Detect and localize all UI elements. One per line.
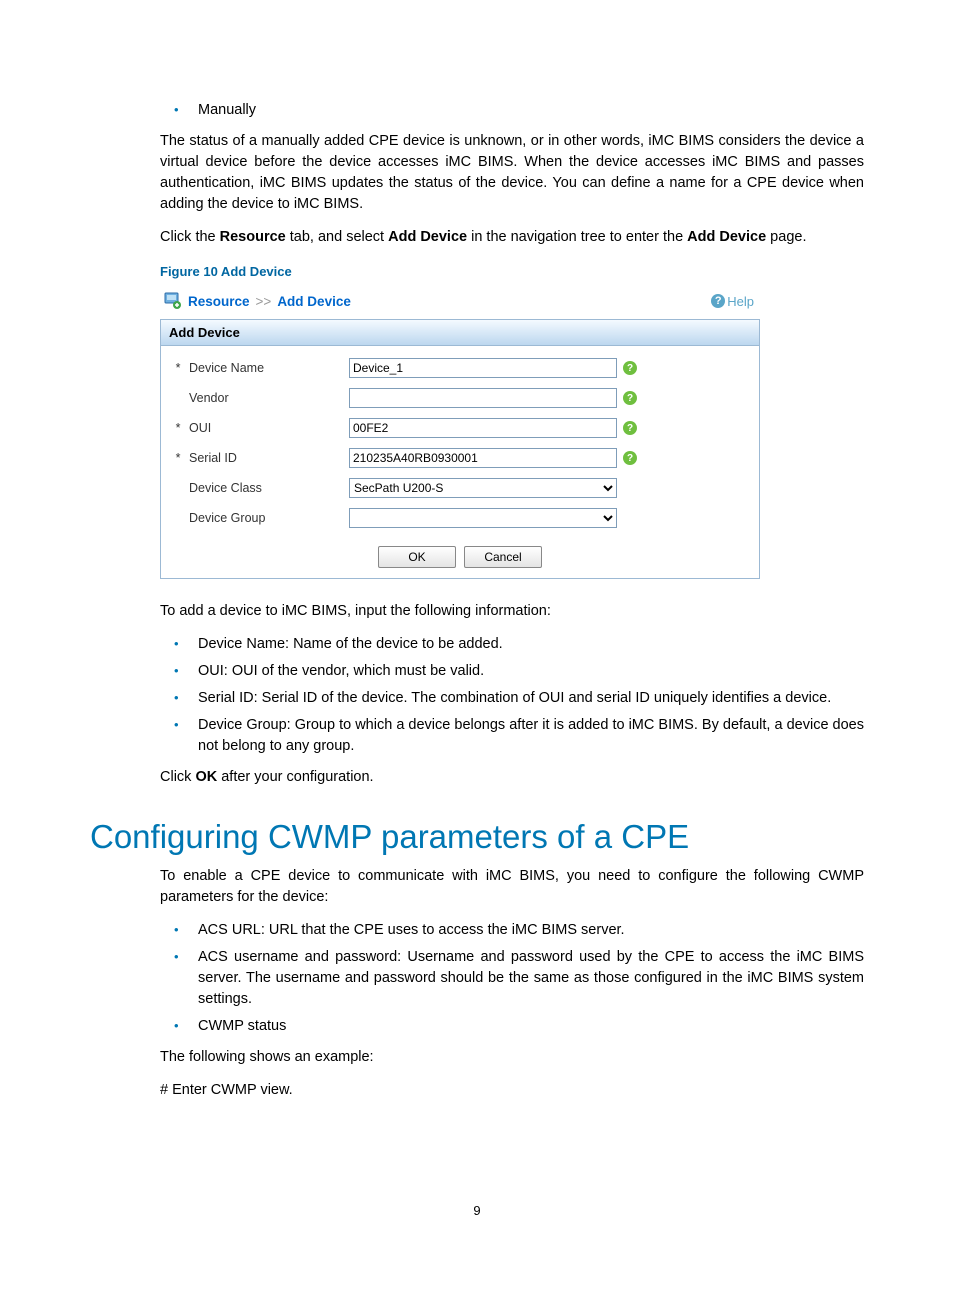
- enter-cwmp-view: # Enter CWMP view.: [160, 1080, 864, 1101]
- bullet-device-group: Device Group: Group to which a device be…: [160, 715, 864, 757]
- click-ok-line: Click OK after your configuration.: [160, 767, 864, 788]
- text-click-3: in the navigation tree to enter the: [467, 229, 687, 245]
- bold-add-device-2: Add Device: [687, 229, 766, 245]
- row-device-class: Device Class SecPath U200-S: [171, 478, 749, 498]
- label-vendor: Vendor: [185, 391, 349, 405]
- text-click-4: page.: [766, 229, 806, 245]
- cwmp-intro: To enable a CPE device to communicate wi…: [160, 866, 864, 908]
- info-icon[interactable]: ?: [623, 361, 637, 375]
- input-vendor[interactable]: [349, 388, 617, 408]
- bullet-device-name: Device Name: Name of the device to be ad…: [160, 634, 864, 655]
- after-intro-line: To add a device to iMC BIMS, input the f…: [160, 601, 864, 622]
- required-marker: *: [171, 451, 185, 465]
- paragraph-status: The status of a manually added CPE devic…: [160, 131, 864, 215]
- bullet-cwmp-status: CWMP status: [160, 1016, 864, 1037]
- required-marker: *: [171, 361, 185, 375]
- help-label: Help: [727, 294, 754, 309]
- label-oui: OUI: [185, 421, 349, 435]
- required-marker: *: [171, 421, 185, 435]
- breadcrumb-leaf: Add Device: [277, 294, 351, 309]
- bullet-acs-credentials: ACS username and password: Username and …: [160, 947, 864, 1010]
- info-icon[interactable]: ?: [623, 421, 637, 435]
- help-icon: ?: [711, 294, 725, 308]
- ok-button[interactable]: OK: [378, 546, 456, 568]
- row-serial-id: * Serial ID ?: [171, 448, 749, 468]
- click-ok-text-1: Click: [160, 769, 195, 785]
- add-device-screenshot: Resource >> Add Device ? Help Add Device…: [160, 285, 760, 579]
- panel-title: Add Device: [161, 320, 759, 346]
- label-device-class: Device Class: [185, 481, 349, 495]
- bullet-acs-url: ACS URL: URL that the CPE uses to access…: [160, 920, 864, 941]
- input-serial-id[interactable]: [349, 448, 617, 468]
- select-device-group[interactable]: [349, 508, 617, 528]
- label-device-name: Device Name: [185, 361, 349, 375]
- info-icon[interactable]: ?: [623, 391, 637, 405]
- text-click-1: Click the: [160, 229, 220, 245]
- input-device-name[interactable]: [349, 358, 617, 378]
- bold-resource: Resource: [220, 229, 286, 245]
- add-device-panel: Add Device * Device Name ? Vendor ?: [160, 319, 760, 579]
- page-number: 9: [0, 1203, 954, 1218]
- figure-caption: Figure 10 Add Device: [160, 264, 864, 279]
- row-device-group: Device Group: [171, 508, 749, 528]
- select-device-class[interactable]: SecPath U200-S: [349, 478, 617, 498]
- row-device-name: * Device Name ?: [171, 358, 749, 378]
- row-vendor: Vendor ?: [171, 388, 749, 408]
- bullet-manually: Manually: [160, 100, 864, 121]
- bullet-serial-id: Serial ID: Serial ID of the device. The …: [160, 688, 864, 709]
- label-serial-id: Serial ID: [185, 451, 349, 465]
- help-link[interactable]: ? Help: [711, 294, 754, 309]
- breadcrumb-root[interactable]: Resource: [188, 294, 250, 309]
- click-ok-bold: OK: [195, 769, 217, 785]
- breadcrumb-separator: >>: [256, 294, 272, 309]
- resource-icon: [162, 291, 182, 311]
- bold-add-device-1: Add Device: [388, 229, 467, 245]
- panel-actions: OK Cancel: [161, 540, 759, 578]
- example-line: The following shows an example:: [160, 1047, 864, 1068]
- label-device-group: Device Group: [185, 511, 349, 525]
- text-click-2: tab, and select: [286, 229, 388, 245]
- click-ok-text-2: after your configuration.: [217, 769, 373, 785]
- info-icon[interactable]: ?: [623, 451, 637, 465]
- input-oui[interactable]: [349, 418, 617, 438]
- cancel-button[interactable]: Cancel: [464, 546, 542, 568]
- paragraph-click-resource: Click the Resource tab, and select Add D…: [160, 227, 864, 248]
- heading-configuring-cwmp: Configuring CWMP parameters of a CPE: [90, 818, 864, 856]
- bullet-oui: OUI: OUI of the vendor, which must be va…: [160, 661, 864, 682]
- row-oui: * OUI ?: [171, 418, 749, 438]
- breadcrumb: Resource >> Add Device: [162, 291, 351, 311]
